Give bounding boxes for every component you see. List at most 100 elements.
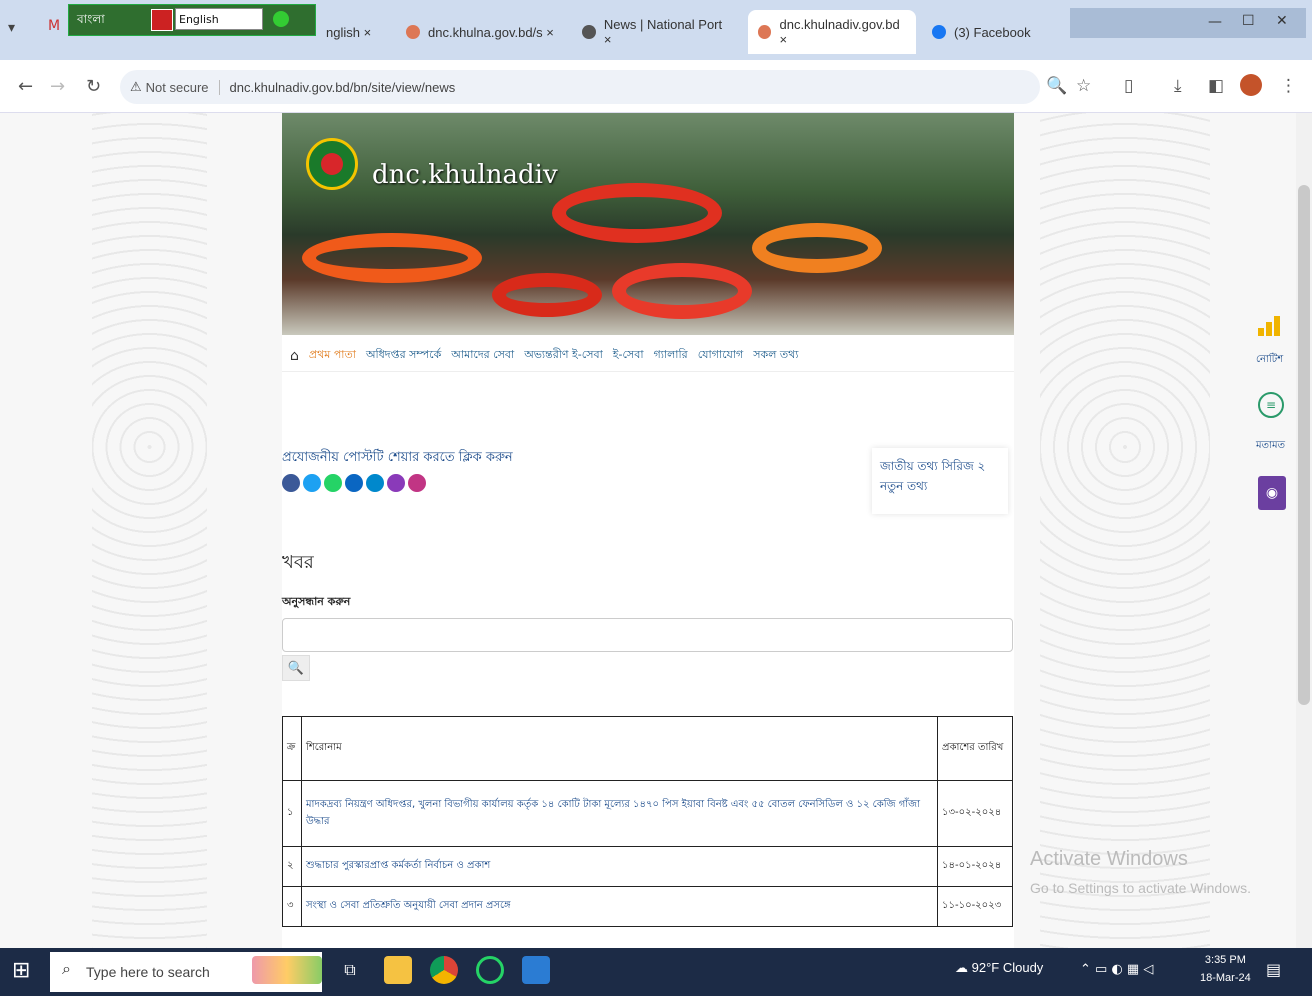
minimize-icon[interactable]: — (1208, 14, 1222, 30)
taskbar-search-placeholder: Type here to search (86, 964, 210, 980)
row-title-cell: শুদ্ধাচার পুরস্কারপ্রাপ্ত কর্মকর্তা নির্… (301, 846, 938, 887)
menu-item-about[interactable]: অধিদপ্তর সম্পর্কে (366, 346, 441, 365)
tab-1-label: nglish × (326, 24, 372, 40)
extensions-icon[interactable]: ▯ (1124, 76, 1133, 96)
address-bar[interactable]: ⚠ Not secure dnc.khulnadiv.gov.bd/bn/sit… (120, 70, 1040, 104)
wreath-image (752, 223, 882, 273)
linkedin-icon[interactable] (345, 474, 363, 492)
tab-search-icon[interactable]: ▾ (8, 20, 15, 36)
facebook-icon[interactable] (282, 474, 300, 492)
row-number: ২ (282, 846, 302, 887)
activate-windows-title: Activate Windows (1030, 848, 1188, 870)
sidepanel-icon[interactable]: ◧ (1208, 76, 1224, 96)
main-menu: ⌂ প্রথম পাতা অধিদপ্তর সম্পর্কে আমাদের সে… (282, 340, 1014, 372)
search-label: অনুসন্ধান করুন (282, 595, 351, 608)
lang-bangla-label[interactable]: বাংলা (77, 11, 105, 31)
wreath-image (552, 183, 722, 243)
news-link[interactable]: মাদকদ্রব্য নিয়ন্ত্রণ অধিদপ্তর, খুলনা বি… (306, 799, 920, 827)
news-link[interactable]: শুদ্ধাচার পুরস্কারপ্রাপ্ত কর্মকর্তা নির্… (306, 860, 490, 871)
twitter-icon[interactable] (303, 474, 321, 492)
search-icon: 🔍 (287, 660, 305, 676)
windows-start-icon[interactable]: ⊞ (12, 958, 30, 983)
tab-1[interactable]: nglish × (316, 10, 394, 54)
sidebar-label-notice[interactable]: নোটিশ (1256, 352, 1283, 369)
tab-3-label: News | National Port × (603, 17, 723, 47)
home-icon[interactable]: ⌂ (290, 348, 299, 364)
page-title: খবর (282, 552, 314, 573)
window-controls: — ☐ ✕ (1070, 8, 1306, 38)
notice-box[interactable]: জাতীয় তথ্য সিরিজ ২ নতুন তথ্য (872, 448, 1008, 514)
government-emblem-icon[interactable] (306, 138, 358, 190)
scrollbar-thumb[interactable] (1298, 185, 1310, 705)
menu-item-eservice[interactable]: ই-সেবা (613, 346, 644, 365)
word-icon[interactable] (522, 956, 550, 984)
zoom-icon[interactable]: 🔍 (1046, 76, 1067, 96)
file-explorer-icon[interactable] (384, 956, 412, 984)
warning-icon[interactable]: ⚠ (130, 79, 142, 95)
menu-kebab-icon[interactable]: ⋮ (1280, 76, 1297, 96)
row-date: ১১-১০-২০২৩ (937, 886, 1013, 927)
chat-bubble-icon[interactable]: ≡ (1258, 392, 1284, 418)
task-view-icon[interactable]: ⧉ (336, 956, 364, 984)
clock-date: 18-Mar-24 (1200, 971, 1251, 984)
menu-item-home[interactable]: প্রথম পাতা (309, 346, 356, 365)
telegram-icon[interactable] (366, 474, 384, 492)
extension-status-icon (273, 11, 289, 27)
share-icon[interactable] (408, 474, 426, 492)
not-secure-label[interactable]: Not secure (146, 80, 209, 95)
search-input[interactable] (282, 618, 1013, 652)
whatsapp-icon[interactable] (324, 474, 342, 492)
language-extension-bar[interactable]: বাংলা English (68, 4, 316, 36)
accessibility-icon[interactable]: ◉ (1258, 476, 1286, 510)
row-number: ৩ (282, 886, 302, 927)
menu-item-gallery[interactable]: গ্যালারি (654, 346, 688, 365)
tab-4-label: dnc.khulnadiv.gov.bd × (779, 17, 900, 47)
background-pattern-left (92, 113, 207, 948)
menu-item-services[interactable]: আমাদের সেবা (451, 346, 514, 365)
system-tray-icons[interactable]: ⌃ ▭ ◐ ▦ ◁ (1080, 962, 1153, 977)
tab-5[interactable]: (3) Facebook (922, 10, 1062, 54)
menu-item-contact[interactable]: যোগাযোগ (698, 346, 744, 365)
site-name[interactable]: dnc.khulnadiv (372, 160, 558, 190)
table-row: ২ শুদ্ধাচার পুরস্কারপ্রাপ্ত কর্মকর্তা নি… (282, 846, 1013, 887)
menu-item-internal-eservice[interactable]: অভ্যন্তরীণ ই-সেবা (524, 346, 603, 365)
wreath-image (302, 233, 482, 283)
url-text[interactable]: dnc.khulnadiv.gov.bd/bn/site/view/news (218, 79, 455, 95)
wreath-image (612, 263, 752, 319)
tab-3[interactable]: News | National Port × (572, 10, 742, 54)
sidebar-label-feedback[interactable]: মতামত (1256, 438, 1285, 455)
cloud-icon: ☁ (955, 960, 968, 975)
profile-avatar[interactable] (1240, 74, 1262, 96)
search-button[interactable]: 🔍 (282, 655, 310, 681)
table-header-row: ক্র শিরোনাম প্রকাশের তারিখ (282, 716, 1013, 781)
taskbar-clock[interactable]: 3:35 PM 18-Mar-24 (1200, 952, 1251, 987)
bar-chart-icon[interactable] (1258, 316, 1286, 336)
menu-item-all-info[interactable]: সকল তথ্য (753, 346, 798, 365)
language-select[interactable]: English (175, 8, 263, 30)
whatsapp-taskbar-icon[interactable] (476, 956, 504, 984)
col-header-date: প্রকাশের তারিখ (937, 716, 1013, 781)
tab-4-active[interactable]: dnc.khulnadiv.gov.bd × (748, 10, 916, 54)
weather-widget[interactable]: ☁ 92°F Cloudy (955, 960, 1043, 976)
share-prompt: প্রযোজনীয় পোস্টটি শেয়ার করতে ক্লিক করু… (282, 450, 513, 465)
messenger-icon[interactable] (387, 474, 405, 492)
gov-favicon-icon (406, 25, 420, 39)
news-link[interactable]: সংস্থা ও সেবা প্রতিশ্রুতি অনুযায়ী সেবা … (306, 900, 511, 911)
forward-icon[interactable]: → (50, 76, 65, 97)
row-date: ১৩-০২-২০২৪ (937, 780, 1013, 847)
reload-icon[interactable]: ↻ (86, 76, 101, 97)
download-icon[interactable]: ⤓ (1174, 76, 1182, 96)
maximize-icon[interactable]: ☐ (1242, 13, 1255, 29)
row-date: ১৪-০১-২০২৪ (937, 846, 1013, 887)
notification-icon[interactable]: ▤ (1266, 960, 1281, 979)
bookmark-star-icon[interactable]: ☆ (1076, 76, 1091, 96)
gmail-icon[interactable]: M (48, 18, 60, 34)
tab-2[interactable]: dnc.khulna.gov.bd/s × (396, 10, 566, 54)
taskbar-cortana-decoration (252, 956, 322, 984)
back-icon[interactable]: ← (18, 76, 33, 97)
facebook-favicon-icon (932, 25, 946, 39)
row-number: ১ (282, 780, 302, 847)
chrome-icon[interactable] (430, 956, 458, 984)
close-icon[interactable]: ✕ (1276, 13, 1288, 29)
news-table: ক্র শিরোনাম প্রকাশের তারিখ ১ মাদকদ্রব্য … (282, 716, 1013, 927)
